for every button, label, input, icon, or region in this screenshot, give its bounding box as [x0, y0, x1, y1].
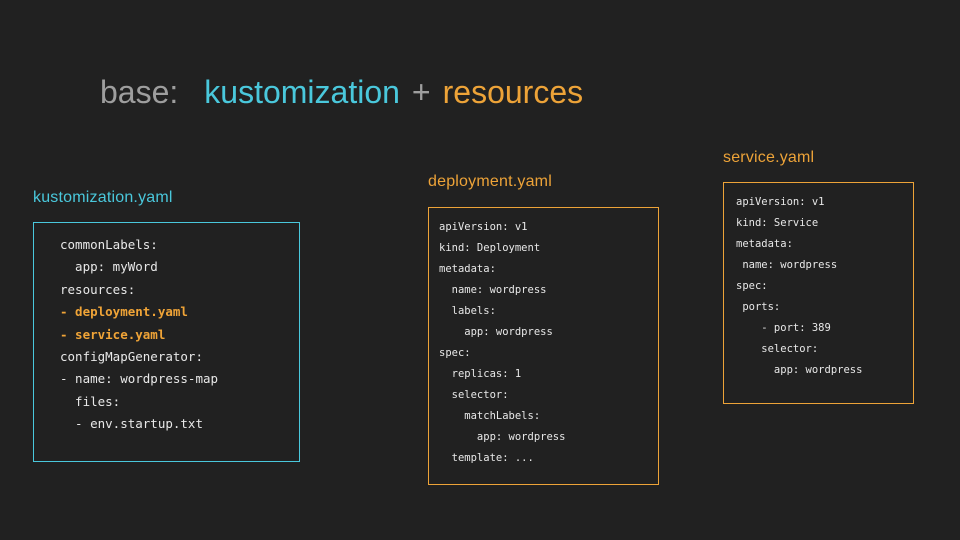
code-line: app: wordpress: [736, 364, 863, 376]
code-box-service: apiVersion: v1 kind: Service metadata: nam…: [723, 182, 914, 404]
code-line: apiVersion: v1: [439, 221, 528, 233]
code-line: selector:: [439, 389, 509, 401]
title-resources-text: resources: [442, 74, 584, 111]
file-label-service: service.yaml: [723, 149, 815, 166]
code-line: spec:: [736, 280, 768, 292]
code-line: commonLabels:: [60, 237, 158, 252]
code-box-deployment: apiVersion: v1 kind: Deployment metadata: …: [428, 207, 659, 485]
code-line: ports:: [736, 301, 781, 313]
slide-canvas: base: kustomization + resources kustomizati…: [0, 0, 960, 540]
code-line: configMapGenerator:: [60, 349, 203, 365]
code-line: - deployment.yaml: [60, 304, 188, 320]
code-line: - name: wordpress-map: [60, 371, 219, 387]
title-kustomization-text: kustomization: [204, 74, 400, 111]
code-line: spec:: [439, 347, 471, 359]
code-line: selector:: [736, 343, 819, 355]
code-line: labels:: [439, 305, 496, 317]
code-box-kustomization: commonLabels: app: myWord resources: - dep…: [33, 222, 300, 462]
code-line: app: myWord: [60, 259, 158, 275]
code-line: name: wordpress: [736, 259, 838, 271]
code-line: matchLabels:: [439, 410, 541, 422]
code-line: metadata:: [439, 263, 496, 275]
code-line: kind: Deployment: [439, 242, 541, 254]
code-line: template: ...: [439, 452, 534, 464]
slide-title: base: kustomization + resources: [100, 75, 583, 110]
file-label-kustomization: kustomization.yaml: [33, 189, 173, 206]
code-line: files:: [60, 393, 121, 409]
code-line: resources:: [60, 281, 136, 297]
code-line: name: wordpress: [439, 284, 547, 296]
code-line: app: wordpress: [439, 431, 566, 443]
title-base-text: base:: [100, 74, 179, 111]
code-line: - env.startup.txt: [60, 416, 203, 432]
code-line: kind: Service: [736, 217, 819, 229]
code-line: apiVersion: v1: [736, 196, 825, 208]
code-line: metadata:: [736, 238, 793, 250]
file-label-deployment: deployment.yaml: [428, 173, 552, 190]
code-line: replicas: 1: [439, 368, 522, 380]
code-line: - service.yaml: [60, 326, 166, 342]
title-plus-sign: +: [411, 74, 431, 111]
code-line: - port: 389: [736, 322, 831, 334]
code-line: app: wordpress: [439, 326, 553, 338]
